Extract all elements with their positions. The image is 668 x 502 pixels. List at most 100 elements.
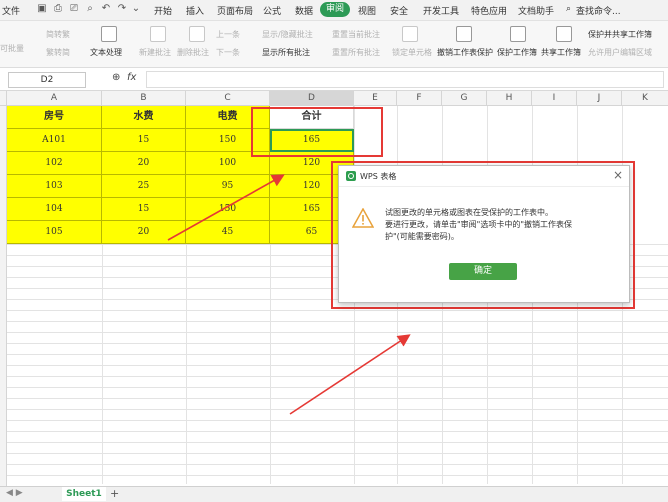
- tab-view[interactable]: 视图: [358, 4, 376, 17]
- tab-security[interactable]: 安全: [390, 4, 408, 17]
- delete-comment-button[interactable]: 删除批注: [177, 47, 209, 58]
- column-header-h[interactable]: H: [487, 91, 532, 106]
- column-header-c[interactable]: C: [186, 91, 270, 106]
- name-box[interactable]: D2: [8, 72, 86, 88]
- grid-line: [7, 453, 668, 454]
- traditional-to-simplified-button[interactable]: 繁转简: [46, 47, 70, 58]
- grid-line: [7, 376, 668, 377]
- dialog-message: 试图更改的单元格或图表在受保护的工作表中。 要进行更改，请单击"审阅"选项卡中的…: [385, 207, 617, 243]
- new-comment-button[interactable]: 新建批注: [139, 47, 171, 58]
- tab-doc-assistant[interactable]: 文档助手: [518, 4, 554, 17]
- show-hide-comment-button[interactable]: 显示/隐藏批注: [262, 29, 313, 40]
- grid-line: [7, 365, 668, 366]
- review-toolbar: 可批量 简转繁 繁转简 文本处理 新建批注 删除批注 上一条 下一条 显示/隐藏…: [0, 21, 668, 68]
- share-workbook-button[interactable]: 共享工作簿: [541, 47, 581, 58]
- export-icon[interactable]: ⎙: [52, 3, 64, 15]
- table-cell[interactable]: 20: [102, 221, 186, 244]
- grid-line: [7, 464, 668, 465]
- tab-data[interactable]: 数据: [295, 4, 313, 17]
- protect-share-workbook-button[interactable]: 保护并共享工作簿: [588, 29, 652, 40]
- protection-warning-dialog: WPS 表格 × 试图更改的单元格或图表在受保护的工作表中。 要进行更改，请单击…: [338, 165, 630, 303]
- header-cell-room[interactable]: 房号: [7, 106, 102, 129]
- next-comment-button[interactable]: 下一条: [216, 47, 240, 58]
- close-icon[interactable]: ×: [613, 168, 623, 182]
- column-header-k[interactable]: K: [622, 91, 668, 106]
- print-icon[interactable]: ⎚: [68, 3, 80, 15]
- zoom-icon[interactable]: ⊕: [112, 72, 120, 83]
- grid-line: [7, 398, 668, 399]
- column-header-b[interactable]: B: [102, 91, 186, 106]
- share-workbook-icon: [556, 26, 572, 42]
- unprotect-sheet-button[interactable]: 撤销工作表保护: [437, 47, 493, 58]
- reset-current-comment-button[interactable]: 重置当前批注: [332, 29, 380, 40]
- allow-edit-ranges-button[interactable]: 允许用户编辑区域: [588, 47, 652, 58]
- search-icon[interactable]: ⌕: [566, 4, 571, 14]
- table-cell[interactable]: 103: [7, 175, 102, 198]
- lock-icon: [402, 26, 418, 42]
- column-header-g[interactable]: G: [442, 91, 487, 106]
- column-header-f[interactable]: F: [397, 91, 442, 106]
- dialog-message-line-3: 护"(可能需要密码)。: [385, 232, 459, 241]
- lock-cell-button[interactable]: 锁定单元格: [392, 47, 432, 58]
- table-cell[interactable]: 95: [186, 175, 270, 198]
- table-cell[interactable]: 15: [102, 198, 186, 221]
- chevron-down-icon[interactable]: ⌄: [130, 3, 142, 15]
- grid-line: [7, 420, 668, 421]
- add-sheet-button[interactable]: +: [110, 487, 119, 501]
- tab-home[interactable]: 开始: [154, 4, 172, 17]
- annotation-highlight-cell: [251, 107, 383, 157]
- save-icon[interactable]: ▣: [36, 3, 48, 15]
- table-cell[interactable]: 20: [102, 152, 186, 175]
- formula-input[interactable]: [146, 71, 664, 88]
- warning-icon: [352, 208, 374, 228]
- tab-page-layout[interactable]: 页面布局: [217, 4, 253, 17]
- text-process-button[interactable]: 文本处理: [90, 47, 122, 58]
- menu-bar: 文件 ▣ ⎙ ⎚ ⌕ ↶ ↷ ⌄ 开始 插入 页面布局 公式 数据 审阅 视图 …: [0, 0, 668, 21]
- column-header-i[interactable]: I: [532, 91, 577, 106]
- reset-all-comments-button[interactable]: 重置所有批注: [332, 47, 380, 58]
- redo-icon[interactable]: ↷: [116, 3, 128, 15]
- select-all-corner[interactable]: [0, 91, 7, 106]
- show-all-comments-button[interactable]: 显示所有批注: [262, 47, 310, 58]
- command-search[interactable]: 查找命令...: [576, 4, 621, 17]
- prev-comment-button[interactable]: 上一条: [216, 29, 240, 40]
- table-cell[interactable]: 104: [7, 198, 102, 221]
- preview-icon[interactable]: ⌕: [84, 3, 96, 15]
- grid-line: [7, 310, 668, 311]
- menu-file[interactable]: 文件: [2, 4, 20, 17]
- sheet-nav-icons[interactable]: ◀ ▶: [6, 488, 23, 498]
- tab-review[interactable]: 审阅: [320, 2, 351, 17]
- header-cell-water[interactable]: 水费: [102, 106, 186, 129]
- grid-line: [7, 409, 668, 410]
- dialog-title: WPS 表格: [360, 172, 397, 181]
- fx-icon[interactable]: fx: [127, 72, 136, 83]
- dialog-title-bar: WPS 表格 ×: [339, 166, 629, 187]
- table-cell[interactable]: 105: [7, 221, 102, 244]
- column-header-a[interactable]: A: [7, 91, 102, 106]
- sheet-tab-sheet1[interactable]: Sheet1: [62, 487, 106, 501]
- ok-button[interactable]: 确定: [449, 263, 517, 280]
- column-header-d[interactable]: D: [270, 91, 354, 106]
- grid-line: [7, 343, 668, 344]
- toolbar-item-1[interactable]: 可批量: [0, 43, 24, 54]
- tab-developer[interactable]: 开发工具: [423, 4, 459, 17]
- tab-formula[interactable]: 公式: [263, 4, 281, 17]
- undo-icon[interactable]: ↶: [100, 3, 112, 15]
- table-cell[interactable]: 25: [102, 175, 186, 198]
- dialog-message-line-2: 要进行更改，请单击"审阅"选项卡中的"撤销工作表保: [385, 220, 573, 229]
- tab-special-apps[interactable]: 特色应用: [471, 4, 507, 17]
- table-cell[interactable]: 15: [102, 129, 186, 152]
- table-cell[interactable]: A101: [7, 129, 102, 152]
- column-header-e[interactable]: E: [354, 91, 397, 106]
- tab-insert[interactable]: 插入: [186, 4, 204, 17]
- table-cell[interactable]: 45: [186, 221, 270, 244]
- column-header-j[interactable]: J: [577, 91, 622, 106]
- simplified-to-traditional-button[interactable]: 简转繁: [46, 29, 70, 40]
- text-process-icon: [101, 26, 117, 42]
- grid-line: [7, 475, 668, 476]
- table-cell[interactable]: 150: [186, 198, 270, 221]
- row-header-strip[interactable]: [0, 106, 7, 487]
- dialog-message-line-1: 试图更改的单元格或图表在受保护的工作表中。: [385, 208, 553, 217]
- table-cell[interactable]: 102: [7, 152, 102, 175]
- protect-workbook-button[interactable]: 保护工作簿: [497, 47, 537, 58]
